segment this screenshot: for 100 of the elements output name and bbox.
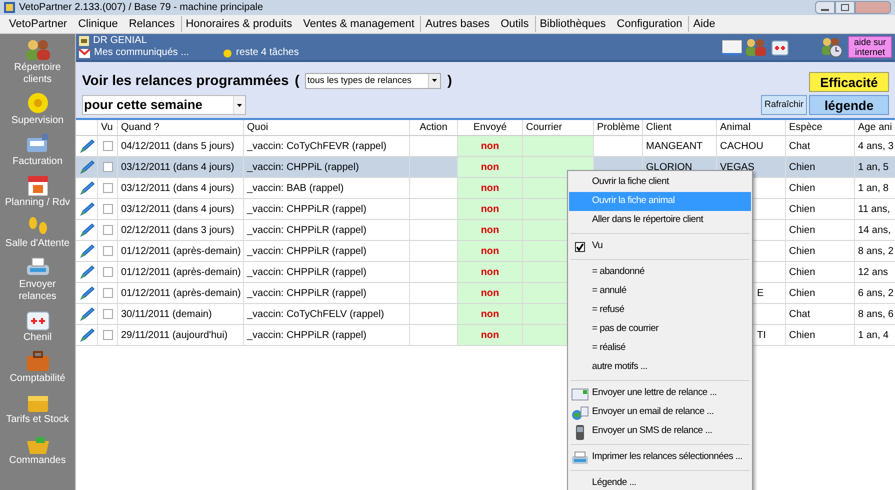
messages-link[interactable]: Mes communiqués ... [94, 47, 190, 59]
column-header[interactable]: Quoi [244, 120, 410, 135]
column-header[interactable]: Client [643, 120, 717, 135]
menu-item[interactable]: Bibliothèques [534, 16, 610, 32]
menu-item[interactable]: Autres bases [420, 16, 494, 32]
column-header[interactable]: Animal [717, 120, 786, 135]
sidebar-item[interactable]: Tarifs et Stock [0, 414, 74, 426]
selected-row[interactable]: 03/12/2011 (dans 4 jours) _vaccin: CHPPiL (rappel) non GLORION VEGAS Chien 1 an, 5 [76, 157, 895, 178]
sidebar-item[interactable]: Commandes [0, 455, 74, 467]
sidebar-item[interactable]: Comptabilité [0, 373, 74, 385]
relance-type-select[interactable]: tous les types de relances [305, 72, 442, 88]
seen-checkbox[interactable] [102, 162, 112, 172]
menu-item[interactable]: Aide [688, 16, 720, 32]
menu-item[interactable]: Outils [496, 16, 533, 32]
menu-item[interactable]: VetoPartner [4, 16, 72, 32]
table-cell-text: _vaccin: CHPPiL (rappel) [247, 160, 359, 174]
table-cell-text: 8 ans, 2 [858, 244, 894, 258]
seen-checkbox[interactable] [102, 183, 112, 193]
table-cell-text: _vaccin: CHPPiLR (rappel) [247, 286, 366, 300]
table-cell-text: 1 an, 4 [858, 328, 889, 342]
tasks-link[interactable]: reste 4 tâches [236, 47, 299, 59]
column-header[interactable]: Quand ? [118, 120, 244, 135]
menu-item[interactable]: Honoraires & produits [180, 16, 296, 32]
maximize-button[interactable] [835, 1, 855, 14]
sidebar-item[interactable]: Supervision [0, 115, 74, 127]
sidebar-item[interactable]: Chenil [0, 332, 74, 344]
pencil-icon[interactable] [78, 181, 94, 195]
seen-checkbox[interactable] [102, 141, 112, 151]
checkbox[interactable] [575, 242, 585, 252]
people-icon[interactable] [744, 37, 768, 57]
table-cell-text: _vaccin: CHPPiLR (rappel) [247, 224, 366, 238]
menu-item[interactable]: = réalisé [569, 339, 751, 358]
pencil-icon[interactable] [78, 286, 94, 300]
window-icon[interactable] [722, 40, 742, 54]
column-header[interactable]: Courrier [523, 120, 594, 135]
pencil-icon[interactable] [78, 244, 94, 258]
menu-item[interactable]: Aller dans le répertoire client [569, 211, 751, 230]
seen-checkbox[interactable] [102, 267, 112, 277]
menu-item[interactable]: = abandonné [569, 263, 751, 282]
menu-item[interactable]: = annulé [569, 282, 751, 301]
table-cell-text: 01/12/2011 (après-demain) [121, 244, 241, 258]
column-header[interactable]: Age ani [855, 120, 895, 135]
seen-checkbox[interactable] [102, 225, 112, 235]
status-cell: non [458, 199, 523, 219]
seen-checkbox[interactable] [102, 330, 112, 340]
seen-checkbox[interactable] [102, 246, 112, 256]
menu-item[interactable]: Configuration [612, 16, 686, 32]
seen-checkbox[interactable] [102, 288, 112, 298]
pencil-icon[interactable] [78, 202, 94, 216]
close-parenthesis: ) [447, 71, 452, 90]
pencil-icon[interactable] [78, 265, 94, 279]
pencil-icon[interactable] [78, 328, 94, 342]
column-header[interactable]: Action [410, 120, 458, 135]
people-clock-icon[interactable] [820, 36, 844, 58]
filter-title: Voir les relances programmées [82, 71, 289, 90]
table-cell-text: 30/11/2011 (demain) [121, 308, 212, 322]
pencil-icon[interactable] [78, 160, 94, 174]
sidebar-item[interactable]: Salle d'Attente [0, 238, 74, 250]
menu-item[interactable]: Vu [569, 237, 751, 256]
legend-button[interactable]: légende [809, 95, 889, 115]
status-cell: non [458, 325, 523, 345]
table-cell-text: 4 ans, 3 [858, 140, 894, 154]
menu-item[interactable]: = refusé [569, 301, 751, 320]
dropdown-arrow-icon [432, 79, 438, 82]
menu-item[interactable]: Envoyer une lettre de relance ... [569, 384, 751, 403]
menu-item[interactable]: = pas de courrier [569, 320, 751, 339]
table-cell-text: 03/12/2011 (dans 4 jours) [121, 160, 234, 174]
pencil-icon[interactable] [78, 307, 94, 321]
refresh-button[interactable]: Rafraîchir [761, 95, 807, 115]
seen-checkbox[interactable] [102, 309, 112, 319]
help-online-button[interactable]: aide sur internet [848, 36, 892, 58]
status-cell: non [458, 136, 523, 156]
pencil-icon[interactable] [78, 223, 94, 237]
efficacite-button[interactable]: Efficacité [809, 72, 889, 92]
menu-item[interactable]: Envoyer un email de relance ... [569, 403, 751, 422]
menu-item[interactable]: Imprimer les relances sélectionnées ... [569, 448, 751, 467]
column-header[interactable]: Problème [594, 120, 643, 135]
table-cell-text: GLORION [646, 160, 692, 174]
seen-checkbox[interactable] [102, 204, 112, 214]
sidebar-item[interactable]: Envoyer relances [0, 279, 74, 303]
menu-item[interactable]: Légende ... [569, 474, 751, 490]
menu-item[interactable]: Clinique [73, 16, 122, 32]
column-header[interactable]: Vu [98, 120, 118, 135]
table-cell-text: _vaccin: CHPPiLR (rappel) [247, 266, 366, 280]
period-select[interactable]: pour cette semaine [82, 95, 246, 115]
status-cell: non [458, 178, 523, 198]
column-header[interactable]: Espèce [786, 120, 855, 135]
sidebar-item[interactable]: Répertoire clients [0, 62, 74, 86]
minimize-button[interactable] [815, 1, 835, 14]
menu-item[interactable]: Ventes & management [298, 16, 418, 32]
table-cell-text: 12 ans [858, 266, 888, 280]
menu-item[interactable]: autre motifs ... [569, 358, 751, 377]
menu-item[interactable]: Envoyer un SMS de relance ... [569, 422, 751, 441]
people-icon[interactable] [24, 38, 52, 62]
column-header[interactable]: Envoyé [458, 120, 523, 135]
pencil-icon[interactable] [78, 139, 94, 153]
sidebar-item[interactable]: Planning / Rdv [0, 197, 74, 209]
sidebar-item[interactable]: Facturation [0, 156, 74, 168]
menu-item[interactable]: Relances [124, 16, 179, 32]
table-cell-text: _vaccin: BAB (rappel) [247, 182, 344, 196]
